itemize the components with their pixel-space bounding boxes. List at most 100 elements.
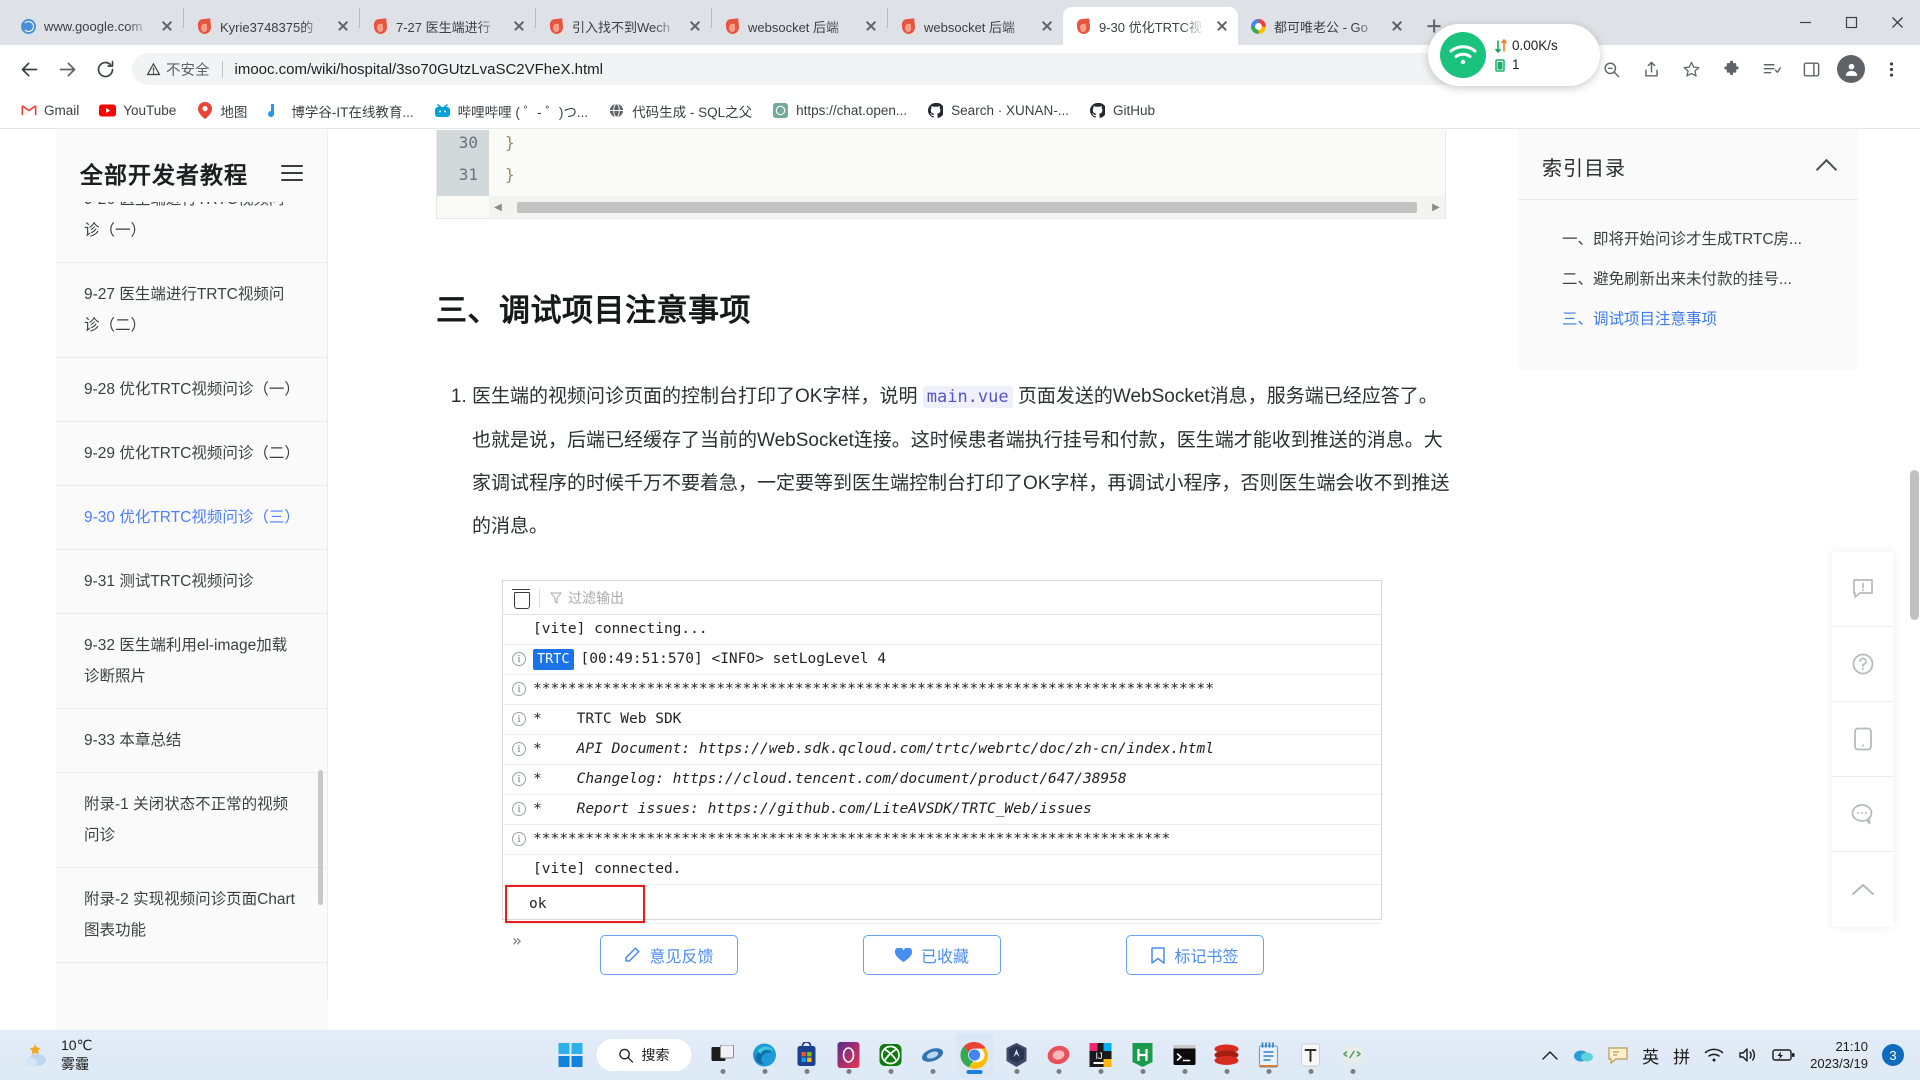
taskbar-app-microsoft-store[interactable] [788, 1033, 826, 1077]
tab-close-icon[interactable] [333, 16, 353, 36]
feedback-button[interactable]: 意见反馈 [600, 935, 738, 975]
browser-tab[interactable]: 都可唯老公 - Go [1238, 7, 1413, 45]
bookmark-item[interactable]: 博学谷-IT在线教育... [259, 97, 421, 125]
help-icon[interactable] [1832, 627, 1894, 702]
volume-icon[interactable] [1738, 1047, 1758, 1063]
feedback-icon[interactable] [1832, 552, 1894, 627]
sidebar-item[interactable]: 附录-2 实现视频问诊页面Chart图表功能 [56, 868, 327, 963]
scroll-right-icon[interactable]: ▶ [1427, 202, 1445, 213]
bookmark-star-icon[interactable] [1672, 51, 1710, 87]
sidebar-item[interactable]: 9-33 本章总结 [56, 709, 327, 773]
browser-tab[interactable]: 引入找不到Wech [536, 7, 711, 45]
taskbar-app-wechat-devtools[interactable] [1334, 1033, 1372, 1077]
taskbar-app-hbuilder[interactable] [1124, 1033, 1162, 1077]
page-scrollbar[interactable] [1910, 470, 1919, 620]
favorite-button[interactable]: 已收藏 [863, 935, 1001, 975]
browser-tab[interactable]: 7-27 医生端进行 [360, 7, 535, 45]
browser-tab[interactable]: Kyrie3748375的 [184, 7, 359, 45]
back-to-top-icon[interactable] [1832, 852, 1894, 927]
bookmark-item[interactable]: YouTube [91, 98, 184, 123]
address-bar[interactable]: 不安全 imooc.com/wiki/hospital/3so70GUtzLva… [132, 53, 1542, 85]
menu-icon[interactable] [281, 165, 303, 181]
close-button[interactable] [1874, 0, 1920, 45]
tab-close-icon[interactable] [1212, 16, 1232, 36]
task-view-button[interactable] [704, 1033, 742, 1077]
reading-list-icon[interactable] [1752, 51, 1790, 87]
weather-widget[interactable]: 10℃ 雾霾 [0, 1036, 92, 1074]
taskbar-search[interactable]: 搜索 [596, 1039, 692, 1071]
code-horizontal-scrollbar[interactable]: ◀ ▶ [489, 196, 1445, 218]
start-button[interactable] [558, 1043, 583, 1067]
toc-item-active[interactable]: 三、调试项目注意事项 [1518, 298, 1858, 338]
console-filter[interactable]: 过滤输出 [550, 588, 624, 608]
minimize-button[interactable] [1782, 0, 1828, 45]
reload-button[interactable] [86, 50, 124, 88]
back-button[interactable] [10, 50, 48, 88]
sidebar-item[interactable]: 9-27 医生端进行TRTC视频问诊（二） [56, 263, 327, 358]
bookmark-item[interactable]: Search · XUNAN-... [919, 98, 1077, 123]
taskbar-app-typora[interactable] [1292, 1033, 1330, 1077]
browser-tab-active[interactable]: 9-30 优化TRTC视 [1063, 7, 1238, 45]
bookmark-item[interactable]: https://chat.open... [764, 98, 915, 123]
side-panel-icon[interactable] [1792, 51, 1830, 87]
sidebar-item[interactable]: 9-32 医生端利用el-image加载诊断照片 [56, 614, 327, 709]
taskbar-app-media-player[interactable] [830, 1033, 868, 1077]
tab-close-icon[interactable] [685, 16, 705, 36]
sidebar-item[interactable]: 9-31 测试TRTC视频问诊 [56, 550, 327, 614]
scroll-left-icon[interactable]: ◀ [489, 202, 507, 213]
sidebar-item[interactable]: 9-26 医生端进行TRTC视频问诊（一） [56, 202, 327, 263]
bookmark-button[interactable]: 标记书签 [1126, 935, 1264, 975]
scroll-thumb[interactable] [517, 201, 1417, 213]
wifi-tray-icon[interactable] [1704, 1047, 1724, 1063]
toc-item[interactable]: 二、避免刷新出来未付款的挂号... [1518, 258, 1858, 298]
ime-mode-indicator[interactable]: 拼 [1673, 1043, 1690, 1068]
bookmark-item[interactable]: 地图 [188, 97, 255, 125]
taskbar-app-intellij-idea[interactable]: IJ [1082, 1033, 1120, 1077]
taskbar-app-edge[interactable] [746, 1033, 784, 1077]
tab-close-icon[interactable] [509, 16, 529, 36]
sidebar-scrollbar[interactable] [318, 770, 323, 905]
chevron-up-icon[interactable] [1815, 158, 1838, 180]
bookmark-item[interactable]: 代码生成 - SQL之父 [600, 97, 760, 125]
tray-expand-icon[interactable] [1542, 1050, 1558, 1061]
extensions-icon[interactable] [1712, 51, 1750, 87]
maximize-button[interactable] [1828, 0, 1874, 45]
onedrive-icon[interactable] [1572, 1047, 1594, 1063]
battery-charging-icon[interactable] [1772, 1048, 1796, 1062]
browser-tab[interactable]: websocket 后端 [888, 7, 1063, 45]
bookmark-item[interactable]: Gmail [12, 98, 87, 123]
taskbar-app-wireshark[interactable] [1040, 1033, 1078, 1077]
taskbar-app-webstorm[interactable] [998, 1033, 1036, 1077]
profile-avatar[interactable] [1837, 55, 1865, 83]
bookmark-item[interactable]: 哔哩哔哩 ( ゜- ゜)つ... [426, 97, 597, 125]
taskbar-app-terminal[interactable] [1166, 1033, 1204, 1077]
tab-close-icon[interactable] [861, 16, 881, 36]
tab-close-icon[interactable] [1037, 16, 1057, 36]
taskbar-app-navicat[interactable] [914, 1033, 952, 1077]
chat-icon[interactable] [1832, 777, 1894, 852]
ime-language-indicator[interactable]: 英 [1642, 1043, 1659, 1068]
taskbar-app-redis[interactable] [1208, 1033, 1246, 1077]
browser-tab[interactable]: websocket 后端 [712, 7, 887, 45]
bookmark-item[interactable]: GitHub [1081, 98, 1163, 123]
share-icon[interactable] [1632, 51, 1670, 87]
sidebar-item-active[interactable]: 9-30 优化TRTC视频问诊（三） [56, 486, 327, 550]
sogou-ime-icon[interactable] [1608, 1046, 1628, 1064]
tab-close-icon[interactable] [1387, 16, 1407, 36]
sidebar-item[interactable]: 9-29 优化TRTC视频问诊（二） [56, 422, 327, 486]
taskbar-app-notepad[interactable] [1250, 1033, 1288, 1077]
mobile-icon[interactable] [1832, 702, 1894, 777]
chrome-menu-icon[interactable] [1872, 51, 1910, 87]
network-speed-widget[interactable]: 0.00K/s 1 [1428, 24, 1600, 86]
taskbar-app-xbox[interactable] [872, 1033, 910, 1077]
taskbar-clock[interactable]: 21:10 2023/3/19 [1810, 1038, 1868, 1072]
security-warning[interactable]: 不安全 [146, 59, 210, 80]
browser-tab[interactable]: www.google.com [8, 7, 183, 45]
taskbar-app-chrome[interactable] [955, 1033, 994, 1077]
sidebar-item[interactable]: 附录-1 关闭状态不正常的视频问诊 [56, 773, 327, 868]
toc-item[interactable]: 一、即将开始问诊才生成TRTC房... [1518, 218, 1858, 258]
tab-close-icon[interactable] [157, 16, 177, 36]
forward-button[interactable] [48, 50, 86, 88]
notification-badge[interactable]: 3 [1882, 1044, 1904, 1066]
trash-icon[interactable] [512, 588, 530, 609]
